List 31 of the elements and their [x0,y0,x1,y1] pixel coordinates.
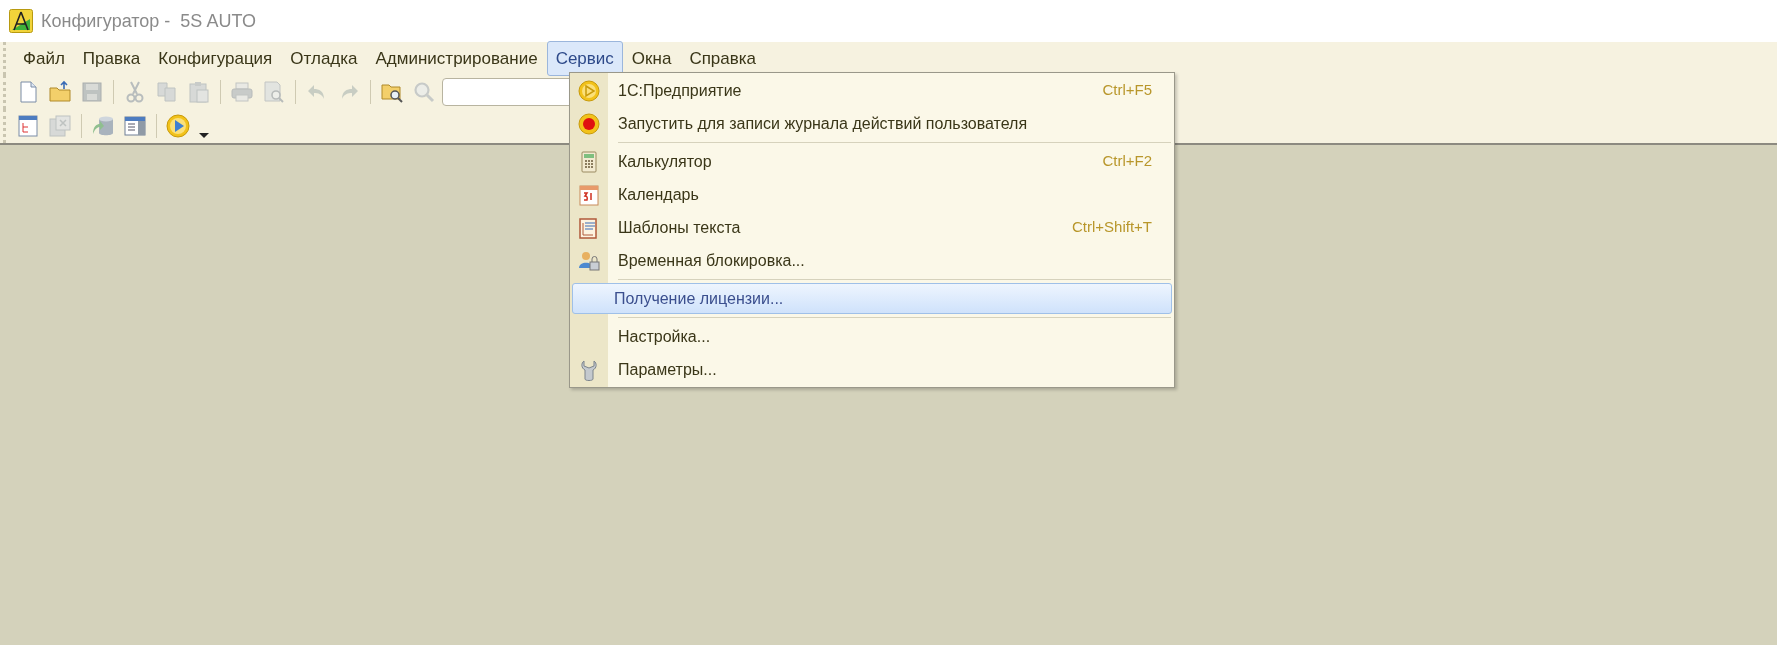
menu-bar-item[interactable]: Окна [622,40,681,77]
play-button-icon[interactable] [166,114,190,138]
menu-bar-item[interactable]: Правка [73,40,150,77]
calculator-icon [578,150,600,173]
database-icon[interactable] [91,114,115,138]
menu-bar-item[interactable]: Справка [680,40,766,77]
app-logo-icon [9,9,33,33]
play-button-icon [578,79,600,102]
menu-item[interactable]: Получение лицензии... [572,283,1172,314]
menu-item[interactable]: Параметры... [608,353,1174,386]
folder-icon[interactable] [48,80,72,104]
user-lock-icon [578,249,600,272]
menu-bar-item[interactable]: Администрирование [366,40,547,77]
menu-bar-item[interactable]: Конфигурация [149,40,282,77]
tree-structure-icon[interactable] [16,114,40,138]
menu-item[interactable]: Календарь [608,178,1174,211]
calendar-icon [578,183,600,206]
menu-item[interactable]: Настройка... [608,320,1174,353]
record-button-icon [578,112,600,135]
menu-item[interactable]: Временная блокировка... [608,244,1174,277]
wrench-icon [578,358,600,381]
table-window-icon[interactable] [123,114,147,138]
text-template-icon [578,216,600,239]
menu-item[interactable]: Запустить для записи журнала действий пользователя [608,107,1174,140]
window-title: Конфигуратор - 5S AUTO [41,9,257,33]
dropdown-caret-icon[interactable] [198,130,210,140]
menu-item[interactable]: 1С:Предприятие Ctrl+F5 [608,74,1174,107]
menu-item[interactable]: Калькулятор Ctrl+F2 [608,145,1174,178]
menu-bar-item[interactable]: Файл [14,40,74,77]
menu-bar-item[interactable]: Отладка [281,40,367,77]
menu-item[interactable]: Шаблоны текста Ctrl+Shift+T [608,211,1174,244]
